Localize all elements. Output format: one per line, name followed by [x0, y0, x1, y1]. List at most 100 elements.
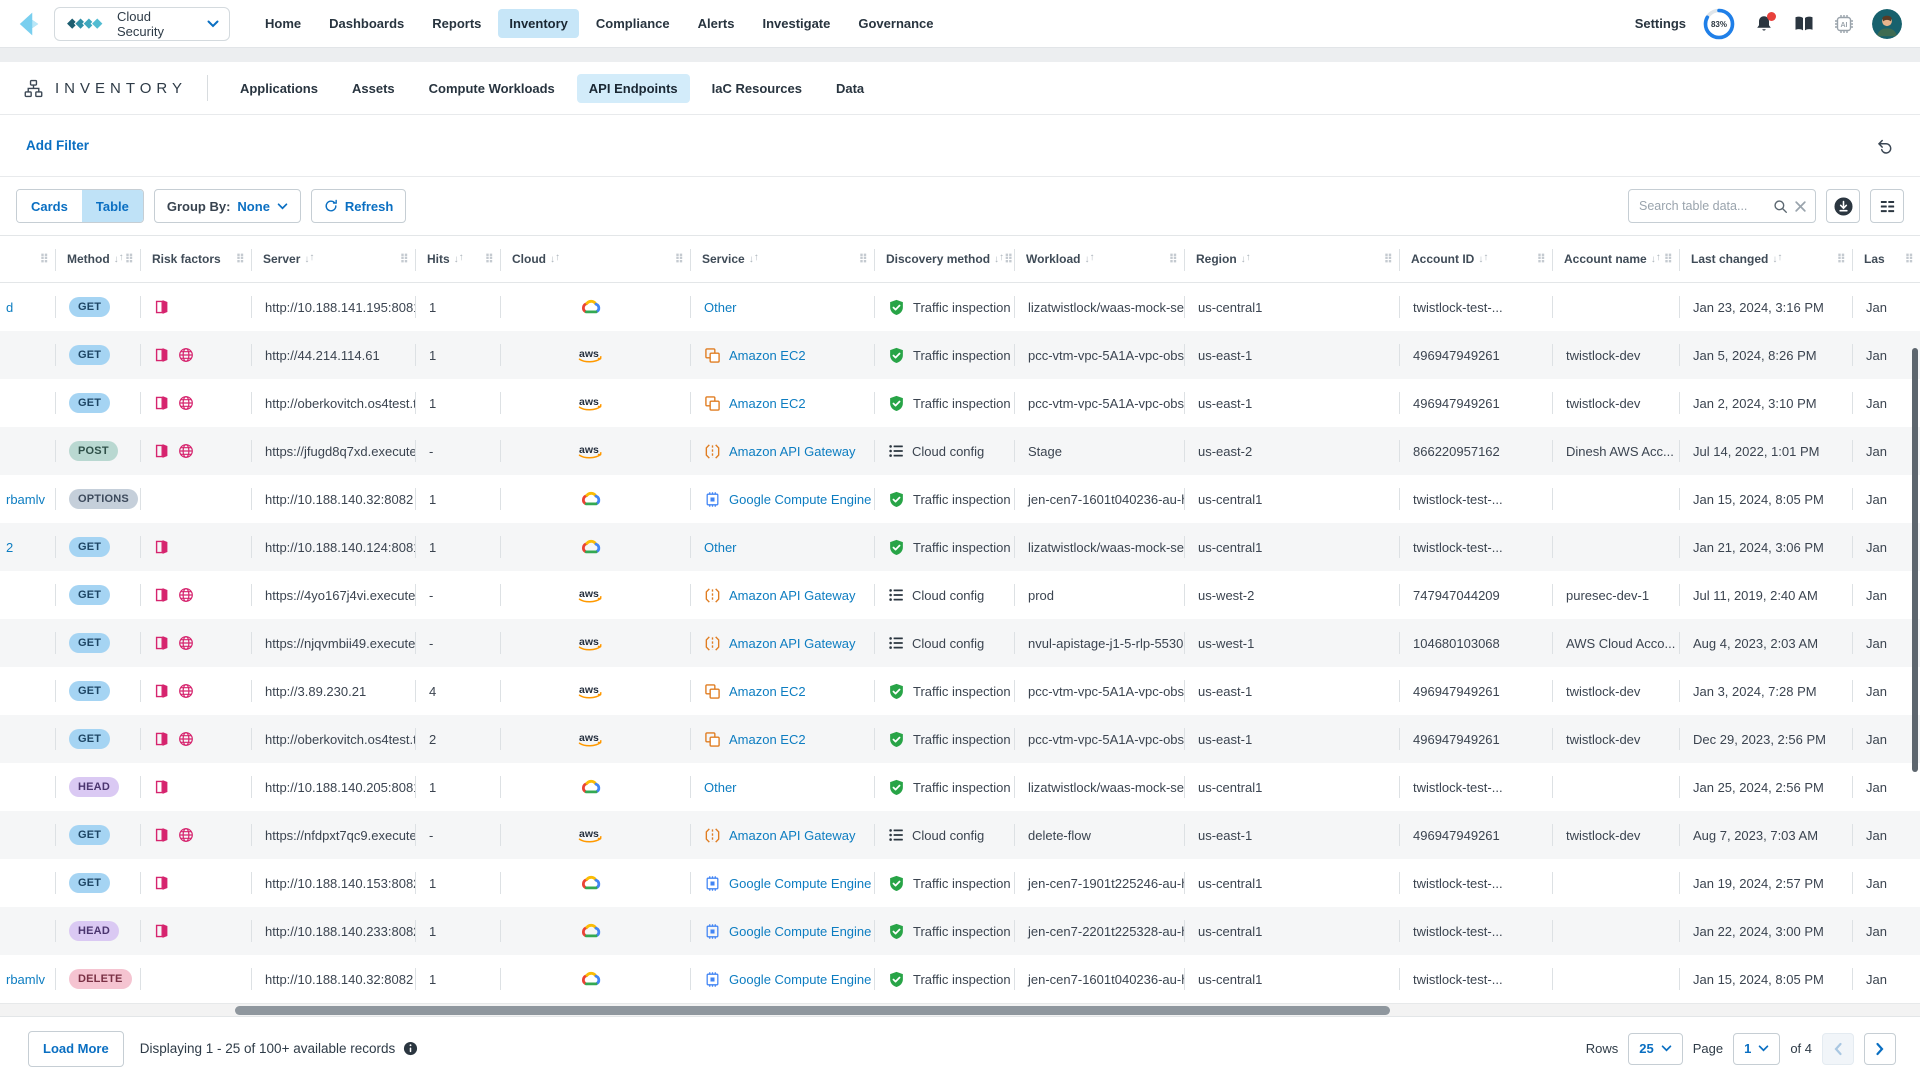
nav-item-compliance[interactable]: Compliance	[585, 9, 681, 38]
service-link[interactable]: Google Compute Engine	[729, 924, 871, 939]
nav-item-alerts[interactable]: Alerts	[687, 9, 746, 38]
service-link[interactable]: Amazon EC2	[729, 684, 806, 699]
service-link[interactable]: Amazon API Gateway	[729, 828, 855, 843]
security-score-ring[interactable]: 83%	[1702, 7, 1736, 41]
product-switcher-dropdown[interactable]: Cloud Security	[54, 7, 230, 41]
sort-icon[interactable]: ↓↑	[114, 254, 124, 265]
column-header-risk-factors[interactable]: Risk factors⠿	[140, 236, 251, 282]
table-row[interactable]: GEThttp://oberkovitch.os4test.twi...1aws…	[0, 379, 1920, 427]
drag-handle-icon[interactable]: ⠿	[40, 252, 49, 266]
service-link[interactable]: Amazon API Gateway	[729, 636, 855, 651]
download-csv-button[interactable]	[1826, 189, 1860, 223]
column-header-workload[interactable]: Workload↓↑⠿	[1014, 236, 1184, 282]
column-header-method[interactable]: Method↓↑⠿	[55, 236, 140, 282]
drag-handle-icon[interactable]: ⠿	[1004, 252, 1013, 266]
drag-handle-icon[interactable]: ⠿	[400, 252, 409, 266]
nav-item-investigate[interactable]: Investigate	[751, 9, 841, 38]
table-row[interactable]: GEThttp://44.214.114.611awsAmazon EC2Tra…	[0, 331, 1920, 379]
sort-icon[interactable]: ↓↑	[749, 254, 759, 265]
group-by-dropdown[interactable]: Group By: None	[154, 189, 301, 223]
table-row[interactable]: rbamlvOPTIONShttp://10.188.140.32:80821G…	[0, 475, 1920, 523]
sort-icon[interactable]: ↓↑	[994, 254, 1004, 265]
reset-filters-undo-icon[interactable]	[1876, 137, 1894, 155]
table-row[interactable]: GEThttps://4yo167j4vi.execute-ap...-awsA…	[0, 571, 1920, 619]
page-select[interactable]: 1	[1733, 1033, 1780, 1065]
service-link[interactable]: Other	[704, 540, 737, 555]
table-row[interactable]: GEThttps://nfdpxt7qc9.execute-ap...-awsA…	[0, 811, 1920, 859]
table-row[interactable]: GEThttp://3.89.230.214awsAmazon EC2Traff…	[0, 667, 1920, 715]
drag-handle-icon[interactable]: ⠿	[1664, 252, 1673, 266]
refresh-button[interactable]: Refresh	[311, 189, 406, 223]
nav-item-governance[interactable]: Governance	[847, 9, 944, 38]
table-row[interactable]: POSThttps://jfugd8q7xd.execute-ap...-aws…	[0, 427, 1920, 475]
nav-item-dashboards[interactable]: Dashboards	[318, 9, 415, 38]
service-link[interactable]: Google Compute Engine	[729, 972, 871, 987]
user-avatar[interactable]	[1872, 9, 1902, 39]
drag-handle-icon[interactable]: ⠿	[485, 252, 494, 266]
cards-view-button[interactable]: Cards	[17, 190, 82, 222]
tab-applications[interactable]: Applications	[228, 74, 330, 103]
sort-icon[interactable]: ↓↑	[1084, 254, 1094, 265]
search-icon[interactable]	[1773, 199, 1788, 214]
table-row[interactable]: rbamlvDELETEhttp://10.188.140.32:80821Go…	[0, 955, 1920, 1003]
service-link[interactable]: Google Compute Engine	[729, 492, 871, 507]
column-settings-button[interactable]	[1870, 189, 1904, 223]
load-more-button[interactable]: Load More	[28, 1031, 124, 1067]
column-header-service[interactable]: Service↓↑⠿	[690, 236, 874, 282]
tab-api-endpoints[interactable]: API Endpoints	[577, 74, 690, 103]
column-header-account-name[interactable]: Account name↓↑⠿	[1552, 236, 1679, 282]
column-header-cloud[interactable]: Cloud↓↑⠿	[500, 236, 690, 282]
sort-icon[interactable]: ↓↑	[1241, 254, 1251, 265]
table-row[interactable]: GEThttps://njqvmbii49.execute-ap...-awsA…	[0, 619, 1920, 667]
service-link[interactable]: Google Compute Engine	[729, 876, 871, 891]
vertical-scrollbar-thumb[interactable]	[1912, 348, 1918, 772]
info-icon[interactable]	[403, 1041, 418, 1056]
tab-assets[interactable]: Assets	[340, 74, 407, 103]
column-header-hits[interactable]: Hits↓↑⠿	[415, 236, 500, 282]
endpoint-link[interactable]: rbamlv	[6, 492, 45, 507]
sort-icon[interactable]: ↓↑	[304, 254, 314, 265]
tab-iac-resources[interactable]: IaC Resources	[700, 74, 814, 103]
drag-handle-icon[interactable]: ⠿	[1384, 252, 1393, 266]
table-row[interactable]: 2GEThttp://10.188.140.124:80811OtherTraf…	[0, 523, 1920, 571]
sort-icon[interactable]: ↓↑	[1651, 254, 1661, 265]
drag-handle-icon[interactable]: ⠿	[236, 252, 245, 266]
nav-item-reports[interactable]: Reports	[421, 9, 492, 38]
drag-handle-icon[interactable]: ⠿	[859, 252, 868, 266]
column-header-server[interactable]: Server↓↑⠿	[251, 236, 415, 282]
service-link[interactable]: Amazon EC2	[729, 732, 806, 747]
sort-icon[interactable]: ↓↑	[550, 254, 560, 265]
endpoint-link[interactable]: 2	[6, 540, 13, 555]
column-header-las[interactable]: Las⠿	[1852, 236, 1920, 282]
table-row[interactable]: HEADhttp://10.188.140.233:80821Google Co…	[0, 907, 1920, 955]
service-link[interactable]: Amazon EC2	[729, 396, 806, 411]
column-header-last-changed[interactable]: Last changed↓↑⠿	[1679, 236, 1852, 282]
table-row[interactable]: GEThttp://10.188.140.153:80821Google Com…	[0, 859, 1920, 907]
clear-search-icon[interactable]	[1794, 200, 1807, 213]
column-header-discovery-method[interactable]: Discovery method↓↑⠿	[874, 236, 1014, 282]
settings-link[interactable]: Settings	[1635, 16, 1686, 31]
horizontal-scrollbar-thumb[interactable]	[235, 1006, 1390, 1015]
search-input[interactable]	[1637, 198, 1767, 214]
service-link[interactable]: Amazon API Gateway	[729, 444, 855, 459]
service-link[interactable]: Other	[704, 780, 737, 795]
table-row[interactable]: HEADhttp://10.188.140.205:80811OtherTraf…	[0, 763, 1920, 811]
drag-handle-icon[interactable]: ⠿	[125, 252, 134, 266]
service-link[interactable]: Amazon API Gateway	[729, 588, 855, 603]
table-view-button[interactable]: Table	[82, 190, 143, 222]
docs-book-icon[interactable]	[1792, 12, 1816, 36]
sort-icon[interactable]: ↓↑	[454, 254, 464, 265]
nav-item-inventory[interactable]: Inventory	[498, 9, 579, 38]
sort-icon[interactable]: ↓↑	[1478, 254, 1488, 265]
drag-handle-icon[interactable]: ⠿	[1837, 252, 1846, 266]
notifications-bell-icon[interactable]	[1752, 12, 1776, 36]
endpoint-link[interactable]: d	[6, 300, 13, 315]
ai-copilot-icon[interactable]: AI	[1832, 12, 1856, 36]
table-row[interactable]: GEThttp://oberkovitch.os4test.twi...2aws…	[0, 715, 1920, 763]
column-header-account-id[interactable]: Account ID↓↑⠿	[1399, 236, 1552, 282]
sort-icon[interactable]: ↓↑	[1772, 254, 1782, 265]
tab-compute-workloads[interactable]: Compute Workloads	[417, 74, 567, 103]
previous-page-button[interactable]	[1822, 1033, 1854, 1065]
tab-data[interactable]: Data	[824, 74, 876, 103]
next-page-button[interactable]	[1864, 1033, 1896, 1065]
